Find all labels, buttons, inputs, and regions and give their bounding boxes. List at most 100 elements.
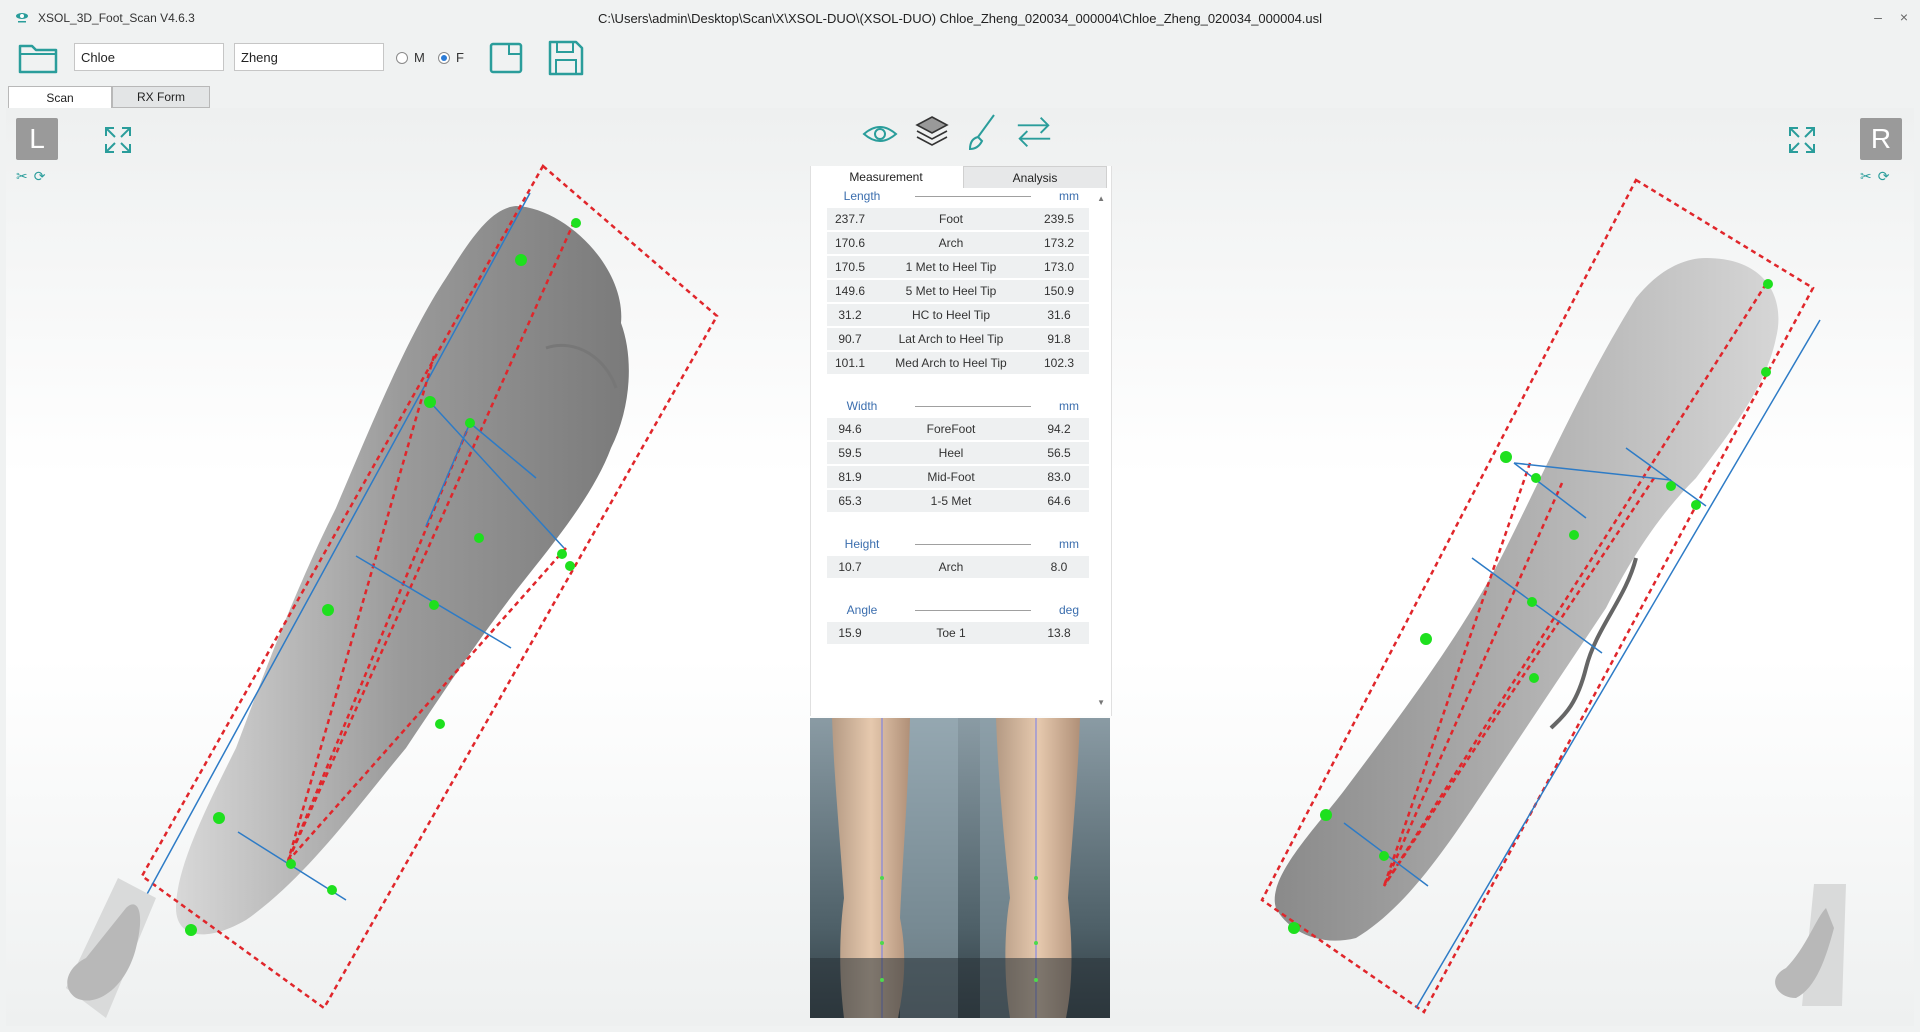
right-foot-value: 83.0 <box>1047 470 1071 484</box>
last-name-input[interactable] <box>234 43 384 71</box>
left-foot-value: 31.2 <box>838 308 862 322</box>
right-foot-value: 91.8 <box>1047 332 1071 346</box>
section-name: Width <box>846 399 878 413</box>
measurement-label: Toe 1 <box>936 626 966 640</box>
tab-analysis[interactable]: Analysis <box>963 166 1107 188</box>
section-header: Angle deg <box>827 600 1089 620</box>
section-divider <box>915 405 1031 407</box>
measurement-label: Med Arch to Heel Tip <box>895 356 1007 370</box>
radio-circle[interactable] <box>396 51 408 64</box>
section-header: Width mm <box>827 396 1089 416</box>
brush-button[interactable] <box>962 112 1002 152</box>
measurement-panel: Measurement Analysis ▲ ▼ Length mm 237.7 Fo… <box>810 166 1112 716</box>
section-header: Height mm <box>827 534 1089 554</box>
radio-circle-checked[interactable] <box>438 51 450 64</box>
left-foot-value: 101.1 <box>834 356 866 370</box>
right-orientation-foot <box>1775 884 1846 1006</box>
left-foot-value: 59.5 <box>838 446 862 460</box>
right-foot-mesh <box>1274 258 1779 941</box>
eye-icon <box>862 126 898 142</box>
right-foot-value: 173.0 <box>1043 260 1075 274</box>
right-foot-value: 173.2 <box>1043 236 1075 250</box>
minimize-button[interactable]: – <box>1866 6 1890 28</box>
measurement-row[interactable]: 94.6 ForeFoot 94.2 <box>827 418 1089 440</box>
brush-icon <box>968 114 995 151</box>
gender-male-radio[interactable]: M <box>396 50 425 65</box>
measurement-label: HC to Heel Tip <box>911 308 991 322</box>
measurement-row[interactable]: 65.3 1-5 Met 64.6 <box>827 490 1089 512</box>
file-path: C:\Users\admin\Desktop\Scan\X\XSOL-DUO\(… <box>597 11 1323 26</box>
measurement-label: Arch <box>938 236 964 250</box>
tab-measurement[interactable]: Measurement <box>811 166 961 188</box>
left-foot-value: 15.9 <box>838 626 862 640</box>
right-foot-value: 102.3 <box>1043 356 1075 370</box>
measurement-row[interactable]: 237.7 Foot 239.5 <box>827 208 1089 230</box>
layers-icon <box>915 116 949 146</box>
section-unit: mm <box>1059 399 1079 413</box>
section-unit: mm <box>1059 537 1079 551</box>
measurement-label: Arch <box>938 560 964 574</box>
measurement-label: Heel <box>938 446 964 460</box>
measurement-label: ForeFoot <box>926 422 976 436</box>
measurement-row[interactable]: 170.6 Arch 173.2 <box>827 232 1089 254</box>
gender-female-radio[interactable]: F <box>438 50 464 65</box>
measurement-label: 1 Met to Heel Tip <box>905 260 997 274</box>
scroll-up-icon[interactable]: ▲ <box>1097 194 1105 203</box>
new-document-icon <box>489 42 523 74</box>
first-name-input[interactable] <box>74 43 224 71</box>
left-foot-value: 65.3 <box>838 494 862 508</box>
close-button[interactable]: × <box>1892 6 1916 28</box>
camera-legs-photo <box>810 718 1110 1018</box>
right-foot-value: 239.5 <box>1043 212 1075 226</box>
left-foot-value: 149.6 <box>834 284 866 298</box>
measurement-row[interactable]: 31.2 HC to Heel Tip 31.6 <box>827 304 1089 326</box>
swap-button[interactable] <box>1014 112 1054 152</box>
measurement-label: Lat Arch to Heel Tip <box>898 332 1004 346</box>
tab-scan[interactable]: Scan <box>8 86 112 109</box>
swap-icon <box>1017 117 1051 147</box>
new-document-button[interactable] <box>484 38 528 78</box>
section-unit: deg <box>1058 603 1080 617</box>
measurement-row[interactable]: 15.9 Toe 1 13.8 <box>827 622 1089 644</box>
measurement-row[interactable]: 81.9 Mid-Foot 83.0 <box>827 466 1089 488</box>
section-header: Length mm <box>827 186 1089 206</box>
right-foot-value: 31.6 <box>1047 308 1071 322</box>
measurement-row[interactable]: 170.5 1 Met to Heel Tip 173.0 <box>827 256 1089 278</box>
save-button[interactable] <box>544 38 588 78</box>
right-foot-scan[interactable] <box>1166 108 1914 1026</box>
section-divider <box>915 543 1031 545</box>
right-foot-value: 13.8 <box>1047 626 1071 640</box>
measurement-row[interactable]: 149.6 5 Met to Heel Tip 150.9 <box>827 280 1089 302</box>
measurement-row[interactable]: 10.7 Arch 8.0 <box>827 556 1089 578</box>
title-bar: XSOL_3D_Foot_Scan V4.6.3 C:\Users\admin\… <box>0 0 1920 36</box>
open-folder-button[interactable] <box>16 38 60 78</box>
section-divider <box>915 609 1031 611</box>
left-foot-mesh <box>176 206 629 935</box>
measurement-label: 5 Met to Heel Tip <box>905 284 997 298</box>
left-foot-value: 90.7 <box>838 332 862 346</box>
left-foot-value: 94.6 <box>838 422 862 436</box>
left-foot-value: 170.6 <box>834 236 866 250</box>
left-foot-value: 170.5 <box>834 260 866 274</box>
measurement-label: 1-5 Met <box>930 494 972 508</box>
eye-button[interactable] <box>860 114 900 154</box>
right-foot-value: 64.6 <box>1047 494 1071 508</box>
layers-button[interactable] <box>912 112 952 152</box>
camera-image <box>810 718 1110 1018</box>
section-unit: mm <box>1059 189 1079 203</box>
left-orientation-foot <box>66 878 156 1018</box>
tab-rx-form[interactable]: RX Form <box>112 86 210 108</box>
gender-male-label: M <box>414 50 425 65</box>
measurement-row[interactable]: 59.5 Heel 56.5 <box>827 442 1089 464</box>
save-icon <box>548 40 584 76</box>
open-folder-icon <box>18 44 58 74</box>
section-name: Height <box>844 537 880 551</box>
measurement-row[interactable]: 90.7 Lat Arch to Heel Tip 91.8 <box>827 328 1089 350</box>
measurement-row[interactable]: 101.1 Med Arch to Heel Tip 102.3 <box>827 352 1089 374</box>
right-foot-value: 8.0 <box>1050 560 1068 574</box>
left-foot-scan[interactable] <box>6 108 766 1026</box>
scroll-down-icon[interactable]: ▼ <box>1097 698 1105 707</box>
right-foot-value: 56.5 <box>1047 446 1071 460</box>
measurement-label: Mid-Foot <box>927 470 975 484</box>
right-foot-value: 94.2 <box>1047 422 1071 436</box>
